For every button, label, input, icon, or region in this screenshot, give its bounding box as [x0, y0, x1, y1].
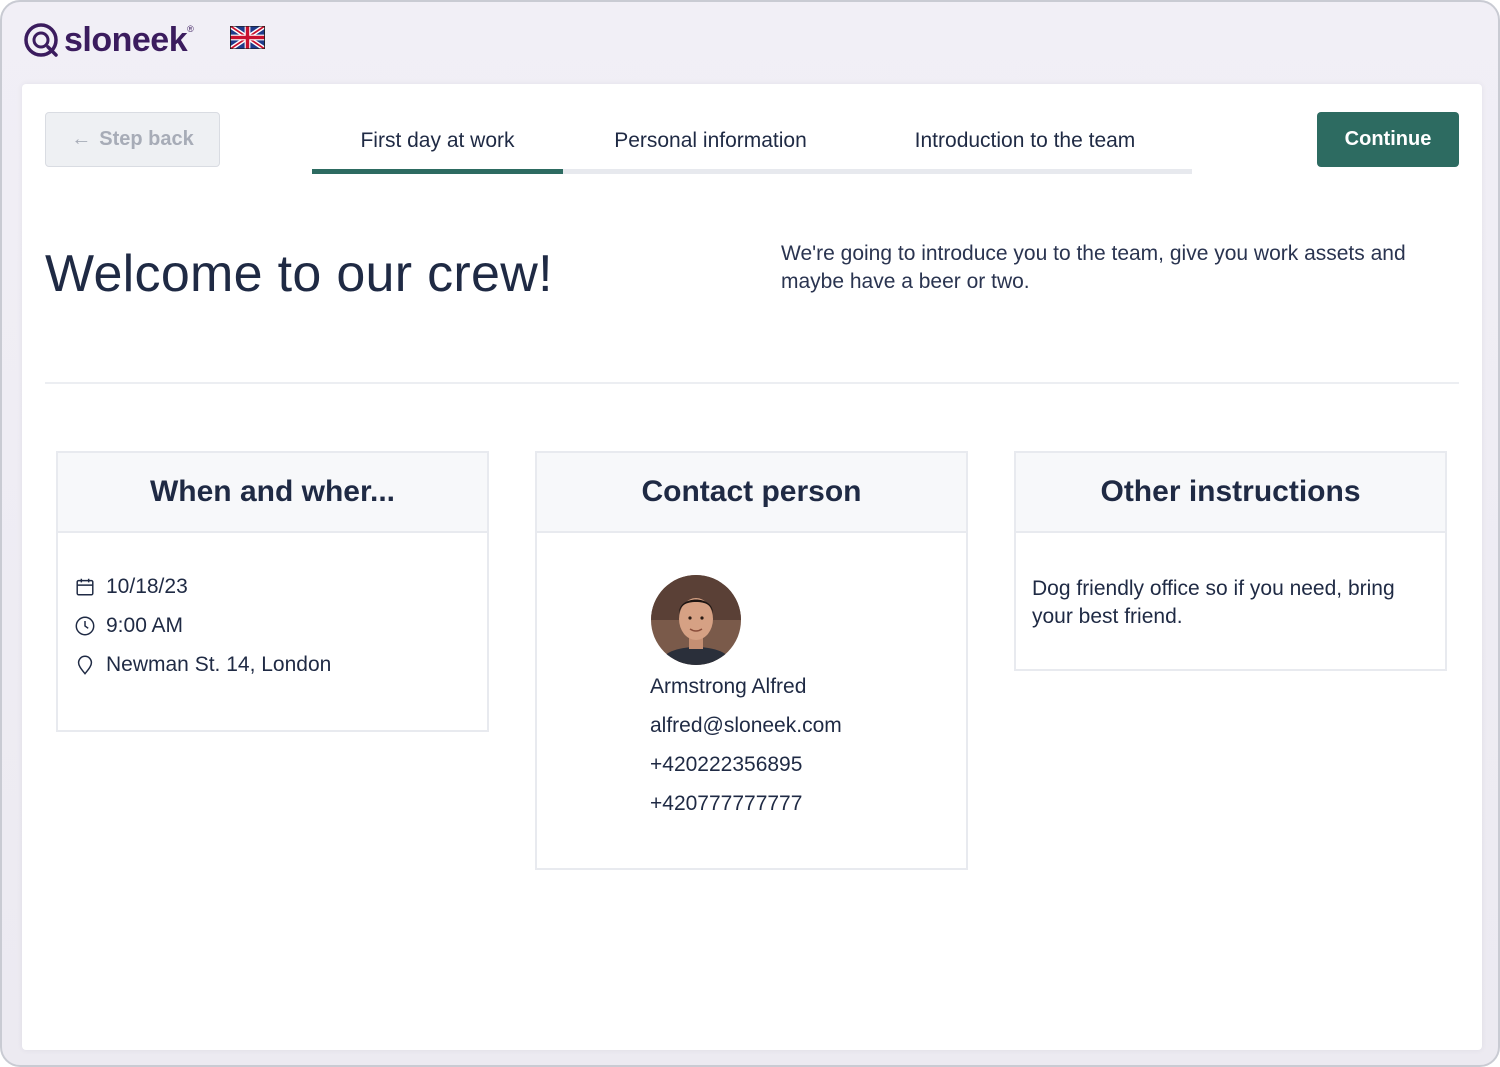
arrow-left-icon: ←: [71, 128, 92, 150]
other-instructions-text: Dog friendly office so if you need, brin…: [1032, 577, 1395, 628]
calendar-icon: [76, 578, 94, 596]
app-window: sloneek ® ← Step back First day at work …: [0, 0, 1500, 1067]
brand-name: sloneek: [64, 21, 188, 59]
contact-email[interactable]: alfred@sloneek.com: [650, 714, 842, 738]
contact-name: Armstrong Alfred: [650, 675, 807, 698]
step-back-label: Step back: [99, 128, 194, 150]
location-row: Newman St. 14, London: [74, 653, 331, 677]
panel-title: When and wher...: [58, 453, 487, 533]
time-row: 9:00 AM: [74, 614, 183, 638]
uk-flag-icon[interactable]: [230, 26, 265, 49]
clock-icon: [75, 616, 95, 636]
contact-phone-2[interactable]: +420777777777: [650, 792, 802, 816]
location-pin-icon: [77, 655, 93, 675]
tab-introduction-to-the-team[interactable]: Introduction to the team: [858, 112, 1192, 169]
top-bar: sloneek ®: [2, 2, 1498, 84]
divider: [45, 382, 1459, 384]
date-row: 10/18/23: [74, 575, 188, 599]
onboarding-card: ← Step back First day at work Personal i…: [22, 84, 1482, 1050]
panel-title: Contact person: [537, 453, 966, 533]
step-tabs: First day at work Personal information I…: [312, 112, 1192, 174]
contact-phone-1[interactable]: +420222356895: [650, 753, 802, 777]
brand-registered-mark: ®: [187, 24, 194, 34]
when-where-panel: When and wher... 10/18/23 9:00 AM Newman…: [56, 451, 489, 732]
other-instructions-panel: Other instructions Dog friendly office s…: [1014, 451, 1447, 671]
start-time: 9:00 AM: [106, 614, 184, 637]
sloneek-logo[interactable]: sloneek ®: [22, 20, 194, 60]
page-title: Welcome to our crew!: [45, 245, 553, 303]
panel-title: Other instructions: [1016, 453, 1445, 533]
step-back-button[interactable]: ← Step back: [45, 112, 220, 167]
continue-button[interactable]: Continue: [1317, 112, 1459, 167]
intro-text: We're going to introduce you to the team…: [781, 242, 1406, 293]
location-address: Newman St. 14, London: [106, 653, 332, 676]
avatar: [651, 575, 741, 665]
contact-person-panel: Contact person Armstrong Alfred alfred@s…: [535, 451, 968, 870]
tab-personal-information[interactable]: Personal information: [563, 112, 858, 169]
tab-first-day-at-work[interactable]: First day at work: [312, 112, 563, 174]
logo-mark-icon: [24, 23, 58, 57]
start-date: 10/18/23: [106, 575, 188, 598]
